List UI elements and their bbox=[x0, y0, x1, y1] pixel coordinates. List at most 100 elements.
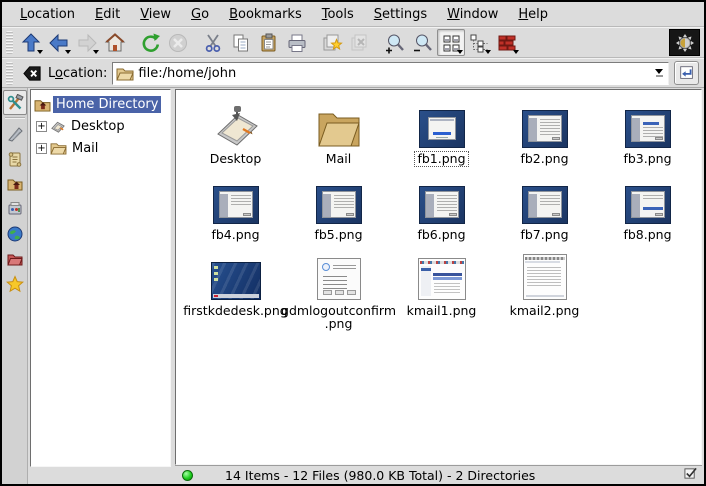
file-label[interactable]: gdmlogoutconfirm.png bbox=[278, 303, 399, 333]
file-label[interactable]: fb3.png bbox=[620, 151, 674, 167]
sidebar-tab-divider bbox=[5, 117, 25, 119]
file-item-fb4[interactable]: fb4.png bbox=[184, 174, 287, 243]
main-toolbar bbox=[2, 27, 704, 58]
sidebar-tab-root-folder[interactable] bbox=[3, 246, 27, 271]
home-button[interactable] bbox=[101, 29, 129, 56]
menu-edit[interactable]: Edit bbox=[85, 4, 130, 25]
file-label[interactable]: fb2.png bbox=[517, 151, 571, 167]
file-item-kmail2[interactable]: kmail2.png bbox=[493, 250, 596, 333]
zoom-out-magnifier-icon bbox=[412, 32, 434, 54]
menu-help[interactable]: Help bbox=[508, 4, 558, 25]
sidebar-tab-home-directory[interactable] bbox=[3, 171, 27, 196]
location-input[interactable]: file:/home/john bbox=[138, 66, 648, 81]
menu-go[interactable]: Go bbox=[181, 4, 219, 25]
thumbnail-fb6 bbox=[419, 186, 465, 224]
bookmark-star-icon bbox=[6, 275, 24, 293]
thumbnail-firstkdedesk bbox=[211, 262, 261, 300]
sidebar-tab-services[interactable] bbox=[3, 196, 27, 221]
menu-settings[interactable]: Settings bbox=[364, 4, 437, 25]
file-grid: Desktop Mail fb1.png fb2.png bbox=[184, 98, 701, 339]
file-item-firstkdedesk[interactable]: firstkdedesk.png bbox=[184, 250, 287, 333]
sidebar-tab-bookmarks[interactable] bbox=[3, 271, 27, 296]
file-label[interactable]: fb1.png bbox=[414, 151, 468, 167]
tree-item-desktop[interactable]: Desktop bbox=[36, 115, 170, 137]
file-item-mail[interactable]: Mail bbox=[287, 98, 390, 167]
file-label[interactable]: kmail2.png bbox=[507, 303, 583, 319]
file-item-fb5[interactable]: fb5.png bbox=[287, 174, 390, 243]
file-item-fb8[interactable]: fb8.png bbox=[596, 174, 699, 243]
active-view-led-icon bbox=[182, 470, 193, 481]
stop-icon bbox=[167, 32, 189, 54]
print-button[interactable] bbox=[283, 29, 311, 56]
icon-view-dropdown-arrow[interactable] bbox=[457, 50, 463, 54]
cut-button[interactable] bbox=[199, 29, 227, 56]
zoom-out-button[interactable] bbox=[409, 29, 437, 56]
file-label[interactable]: fb5.png bbox=[311, 227, 365, 243]
file-item-gdmlogoutconfirm[interactable]: gdmlogoutconfirm.png bbox=[287, 250, 390, 333]
file-item-fb7[interactable]: fb7.png bbox=[493, 174, 596, 243]
zoom-in-magnifier-icon bbox=[384, 32, 406, 54]
sidebar-tab-history[interactable] bbox=[3, 146, 27, 171]
up-dropdown-arrow[interactable] bbox=[37, 50, 43, 54]
multicolumn-view-button[interactable] bbox=[493, 29, 521, 56]
file-label[interactable]: Desktop bbox=[207, 151, 265, 167]
file-item-fb2[interactable]: fb2.png bbox=[493, 98, 596, 167]
file-icon-view[interactable]: Desktop Mail fb1.png fb2.png bbox=[175, 89, 702, 465]
mail-folder-icon bbox=[315, 106, 363, 148]
back-dropdown-arrow[interactable] bbox=[65, 50, 71, 54]
tree-view-dropdown-arrow[interactable] bbox=[485, 50, 491, 54]
file-label[interactable]: kmail1.png bbox=[404, 303, 480, 319]
zoom-in-button[interactable] bbox=[381, 29, 409, 56]
expander-plus-icon[interactable] bbox=[36, 143, 47, 154]
paste-button[interactable] bbox=[255, 29, 283, 56]
go-enter-icon bbox=[678, 64, 696, 82]
menu-location[interactable]: Location bbox=[10, 4, 85, 25]
reload-button[interactable] bbox=[136, 29, 164, 56]
new-tab-button[interactable] bbox=[318, 29, 346, 56]
toolbar-drag-handle[interactable] bbox=[6, 31, 13, 54]
link-view-checkbox-icon[interactable] bbox=[684, 467, 697, 483]
up-button[interactable] bbox=[17, 29, 45, 56]
print-icon bbox=[286, 32, 308, 54]
tree-item-mail[interactable]: Mail bbox=[36, 137, 170, 159]
file-label[interactable]: fb6.png bbox=[414, 227, 468, 243]
thumbnail-fb1 bbox=[419, 110, 465, 148]
multicolumn-view-dropdown-arrow[interactable] bbox=[513, 50, 519, 54]
file-item-desktop[interactable]: Desktop bbox=[184, 98, 287, 167]
expander-plus-icon[interactable] bbox=[36, 121, 47, 132]
paste-clipboard-icon bbox=[258, 32, 280, 54]
file-label[interactable]: firstkdedesk.png bbox=[180, 303, 290, 319]
tree-item-home-directory[interactable]: Home Directory bbox=[34, 93, 170, 115]
copy-button[interactable] bbox=[227, 29, 255, 56]
menubar: Location Edit View Go Bookmarks Tools Se… bbox=[2, 2, 704, 27]
file-label[interactable]: Mail bbox=[323, 151, 354, 167]
desktop-mini-icon bbox=[50, 119, 66, 134]
icon-view-button[interactable] bbox=[437, 29, 465, 56]
tree-view-button[interactable] bbox=[465, 29, 493, 56]
menu-window[interactable]: Window bbox=[437, 4, 508, 25]
location-combobox[interactable]: file:/home/john bbox=[112, 62, 669, 85]
file-item-fb6[interactable]: fb6.png bbox=[390, 174, 493, 243]
desktop-folder-icon bbox=[210, 102, 262, 148]
menu-tools[interactable]: Tools bbox=[312, 4, 364, 25]
sidebar-tab-history-arrow[interactable] bbox=[3, 121, 27, 146]
konqueror-throbber[interactable] bbox=[669, 29, 700, 56]
file-label[interactable]: fb4.png bbox=[208, 227, 262, 243]
sidebar-tab-configure[interactable] bbox=[3, 90, 27, 115]
back-button[interactable] bbox=[45, 29, 73, 56]
location-dropdown-button[interactable] bbox=[652, 69, 666, 77]
sidebar-tab-network[interactable] bbox=[3, 221, 27, 246]
file-label[interactable]: fb8.png bbox=[620, 227, 674, 243]
file-item-fb3[interactable]: fb3.png bbox=[596, 98, 699, 167]
go-button[interactable] bbox=[674, 61, 699, 85]
menu-bookmarks[interactable]: Bookmarks bbox=[219, 4, 312, 25]
gray-arrow-icon bbox=[6, 125, 24, 143]
locationbar-drag-handle[interactable] bbox=[6, 62, 13, 85]
file-item-kmail1[interactable]: kmail1.png bbox=[390, 250, 493, 333]
thumbnail-gdmlogoutconfirm bbox=[317, 258, 361, 300]
file-item-fb1[interactable]: fb1.png bbox=[390, 98, 493, 167]
menu-view[interactable]: View bbox=[130, 4, 181, 25]
clear-location-button[interactable] bbox=[22, 63, 43, 84]
file-label[interactable]: fb7.png bbox=[517, 227, 571, 243]
reload-icon bbox=[139, 32, 161, 54]
